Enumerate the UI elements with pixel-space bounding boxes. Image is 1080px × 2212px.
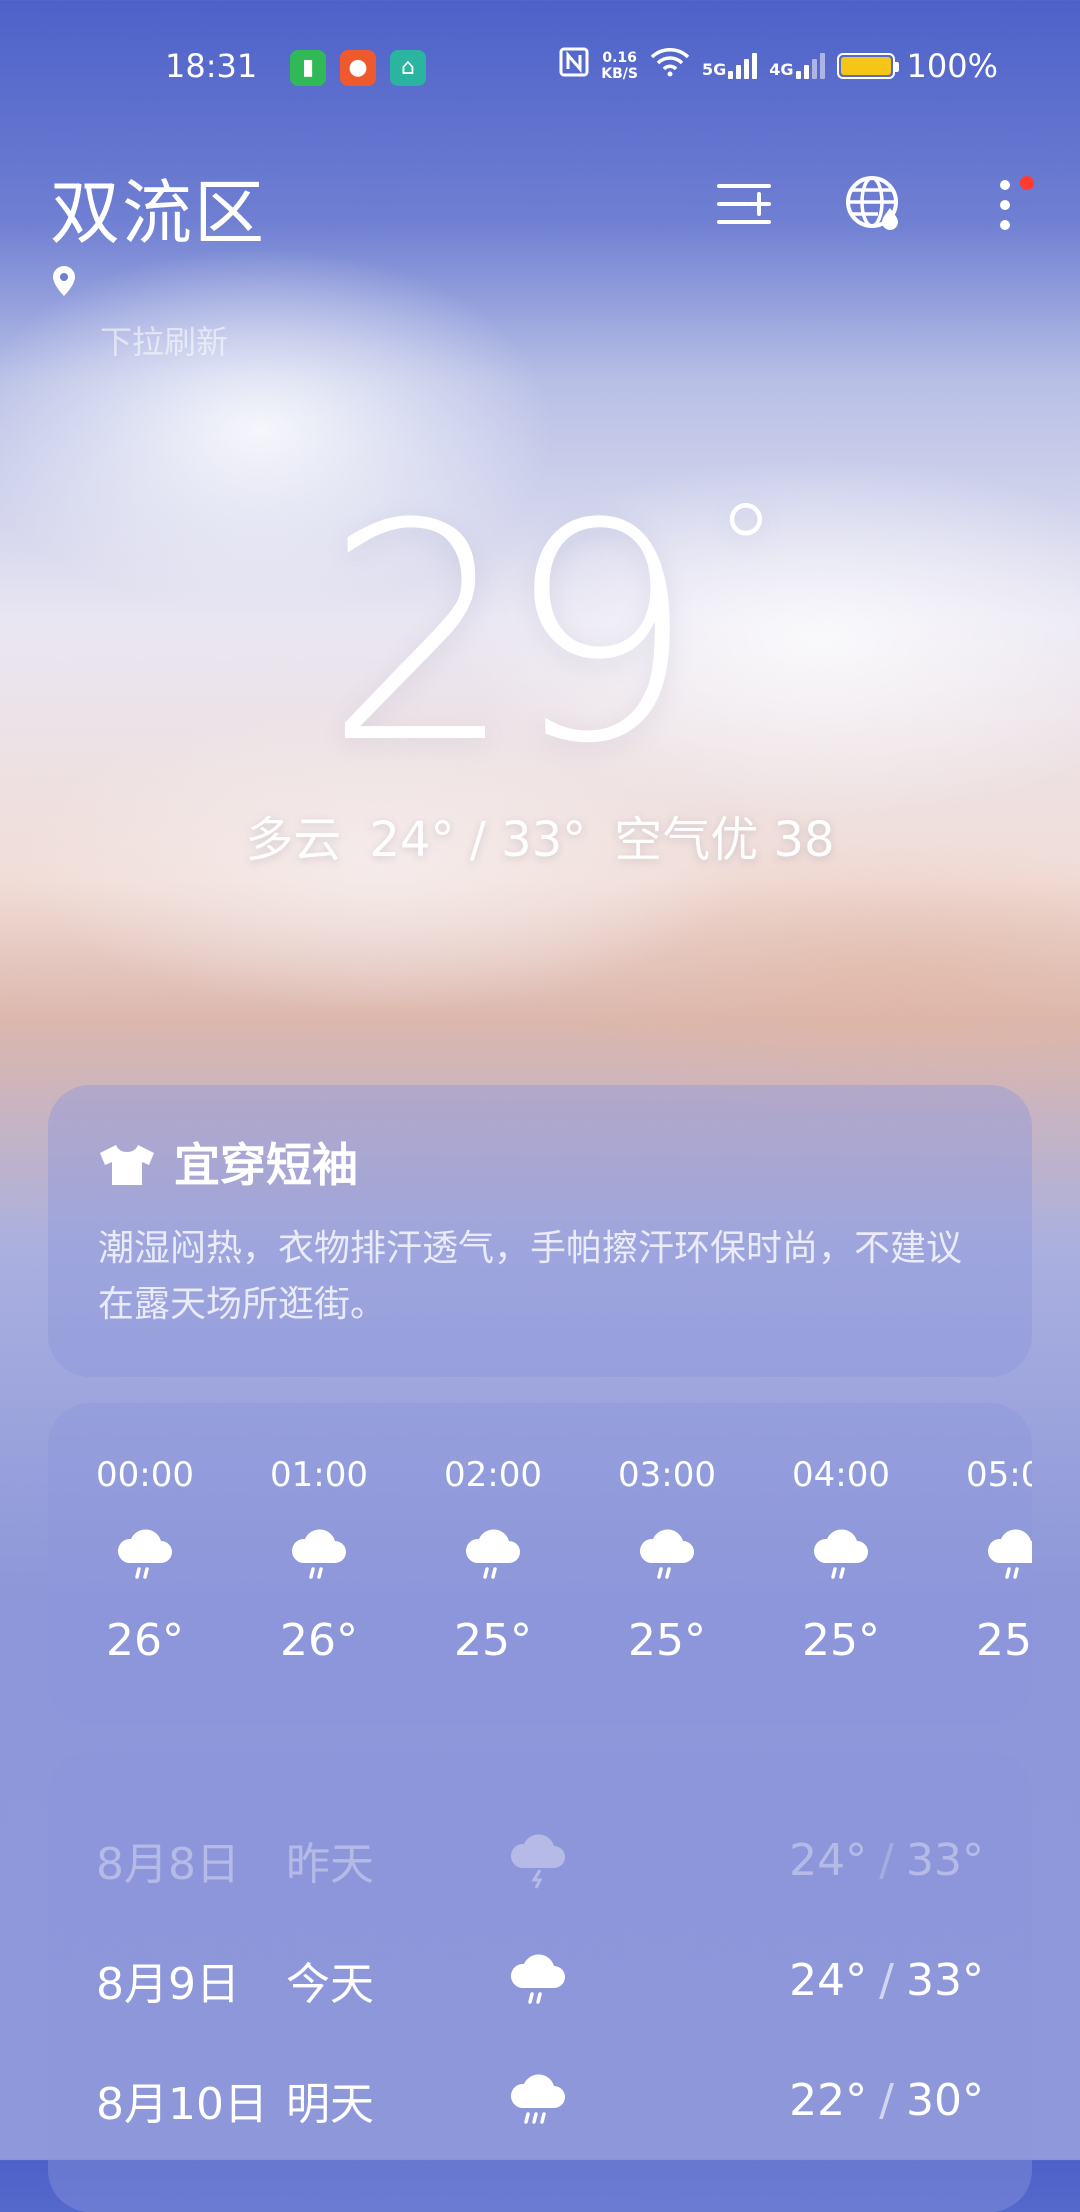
status-time: 18:31 — [165, 47, 258, 85]
clothing-title-row: 宜穿短袖 — [98, 1135, 982, 1195]
daily-row-today[interactable]: 8月9日 今天 24°/33° — [96, 1920, 984, 2040]
signal-5g: 5G — [701, 53, 758, 79]
thunder-cloud-icon — [506, 1830, 706, 1890]
hour-time: 05:00 — [966, 1455, 1032, 1495]
clothing-advice-card[interactable]: 宜穿短袖 潮湿闷热，衣物排汗透气，手帕擦汗环保时尚，不建议在露天场所逛街。 — [48, 1085, 1032, 1377]
rain-cloud-icon — [928, 1525, 1032, 1585]
temperature-value: 29 — [324, 460, 696, 809]
degree-symbol: ° — [715, 480, 776, 619]
hourly-item[interactable]: 01:00 26° — [232, 1403, 406, 1725]
day-date: 8月8日 — [96, 1839, 240, 1890]
weather-summary[interactable]: 多云 24° / 33° 空气优 38 — [0, 808, 1080, 872]
hourly-item[interactable]: 03:00 25° — [580, 1403, 754, 1725]
hourly-forecast-list[interactable]: 00:00 26° 01:00 26° 02:00 25° 03:00 25° 04:00 25°… — [48, 1403, 1032, 1725]
day-temps: 24°/33° — [789, 1954, 984, 2006]
day-high: 30° — [906, 2074, 984, 2126]
day-low: 22° — [789, 2074, 868, 2126]
hourly-item[interactable]: 02:00 25° — [406, 1403, 580, 1725]
day-high: 33° — [906, 1834, 984, 1886]
current-temperature: 29 ° — [324, 470, 776, 800]
daily-row-tomorrow[interactable]: 8月10日 明天 22°/30° — [96, 2040, 984, 2160]
hourly-forecast-card[interactable]: 00:00 26° 01:00 26° 02:00 25° 03:00 25° 04:00 25°… — [48, 1403, 1032, 1725]
temperature-range: 24° / 33° — [369, 812, 587, 868]
globe-drop-icon — [846, 176, 898, 230]
rain-cloud-icon — [232, 1525, 406, 1585]
nfc-icon — [559, 47, 589, 85]
day-date: 8月10日 — [96, 2079, 268, 2130]
network-speed: 0.16 KB/S — [601, 50, 638, 82]
day-low: 24° — [789, 1834, 868, 1886]
signal-bars-icon — [728, 53, 758, 79]
day-name: 今天 — [286, 1959, 374, 2010]
rain-cloud-icon — [506, 2070, 706, 2130]
current-weather: 29 ° — [0, 470, 1080, 800]
day-name: 昨天 — [286, 1839, 374, 1890]
speed-value: 0.16 — [602, 50, 637, 66]
add-city-icon — [717, 184, 771, 224]
hourly-item[interactable]: 00:00 26° — [58, 1403, 232, 1725]
net-label-5g: 5G — [701, 60, 727, 79]
clothing-title: 宜穿短袖 — [174, 1138, 358, 1192]
net-label-4g: 4G — [769, 60, 794, 79]
city-name[interactable]: 双流区 — [50, 170, 266, 256]
day-high: 33° — [906, 1954, 984, 2006]
weather-condition: 多云 — [245, 812, 342, 868]
hour-temp: 26° — [280, 1615, 358, 1666]
signal-bars-icon — [795, 53, 825, 79]
hour-time: 04:00 — [792, 1455, 890, 1495]
home-app-icon: ⌂ — [390, 50, 426, 86]
pull-to-refresh-hint: 下拉刷新 — [100, 323, 229, 361]
hour-temp: 25° — [802, 1615, 880, 1666]
hour-temp: 25° — [628, 1615, 706, 1666]
day-date: 8月9日 — [96, 1959, 240, 2010]
rain-cloud-icon — [506, 1950, 706, 2010]
notification-dot — [1020, 176, 1034, 190]
wifi-icon — [650, 47, 690, 85]
day-name: 明天 — [286, 2079, 374, 2130]
tshirt-icon — [100, 1145, 154, 1185]
day-low: 24° — [789, 1954, 868, 2006]
hour-temp: 25° — [454, 1615, 532, 1666]
hourly-item[interactable]: 04:00 25° — [754, 1403, 928, 1725]
more-vertical-icon — [1000, 180, 1010, 230]
rain-cloud-icon — [406, 1525, 580, 1585]
status-bar: 18:31 ▮ ● ⌂ 0.16 KB/S 5G 4G 100% — [0, 0, 1080, 140]
more-menu-button[interactable] — [970, 170, 1040, 240]
hour-time: 00:00 — [96, 1455, 194, 1495]
rain-cloud-icon — [754, 1525, 928, 1585]
hour-time: 03:00 — [618, 1455, 716, 1495]
clothing-description: 潮湿闷热，衣物排汗透气，手帕擦汗环保时尚，不建议在露天场所逛街。 — [98, 1228, 963, 1325]
battery-app-icon: ▮ — [290, 50, 326, 86]
status-right: 0.16 KB/S 5G 4G 100% — [559, 44, 998, 88]
kuaishou-app-icon: ● — [340, 50, 376, 86]
daily-row-yesterday[interactable]: 8月8日 昨天 24°/33° — [96, 1800, 984, 1920]
rain-cloud-icon — [580, 1525, 754, 1585]
location-pin-icon — [50, 264, 78, 302]
hour-time: 02:00 — [444, 1455, 542, 1495]
day-temps: 22°/30° — [789, 2074, 984, 2126]
hour-time: 01:00 — [270, 1455, 368, 1495]
rain-cloud-icon — [58, 1525, 232, 1585]
city-manage-button[interactable] — [710, 170, 780, 240]
daily-forecast-card[interactable]: 8月8日 昨天 24°/33° 8月9日 今天 24°/33° 8月10日 明天… — [48, 1752, 1032, 2212]
hourly-item[interactable]: 05:00 25° — [928, 1403, 1032, 1725]
hour-temp: 26° — [106, 1615, 184, 1666]
air-quality: 空气优 38 — [614, 812, 835, 868]
hour-temp: 25° — [976, 1615, 1032, 1666]
battery-percent: 100% — [906, 47, 998, 85]
signal-4g: 4G — [769, 53, 825, 79]
speed-unit: KB/S — [601, 66, 638, 82]
battery-icon — [836, 53, 899, 79]
global-weather-button[interactable] — [840, 170, 910, 240]
day-temps: 24°/33° — [789, 1834, 984, 1886]
header-actions — [710, 170, 1040, 240]
